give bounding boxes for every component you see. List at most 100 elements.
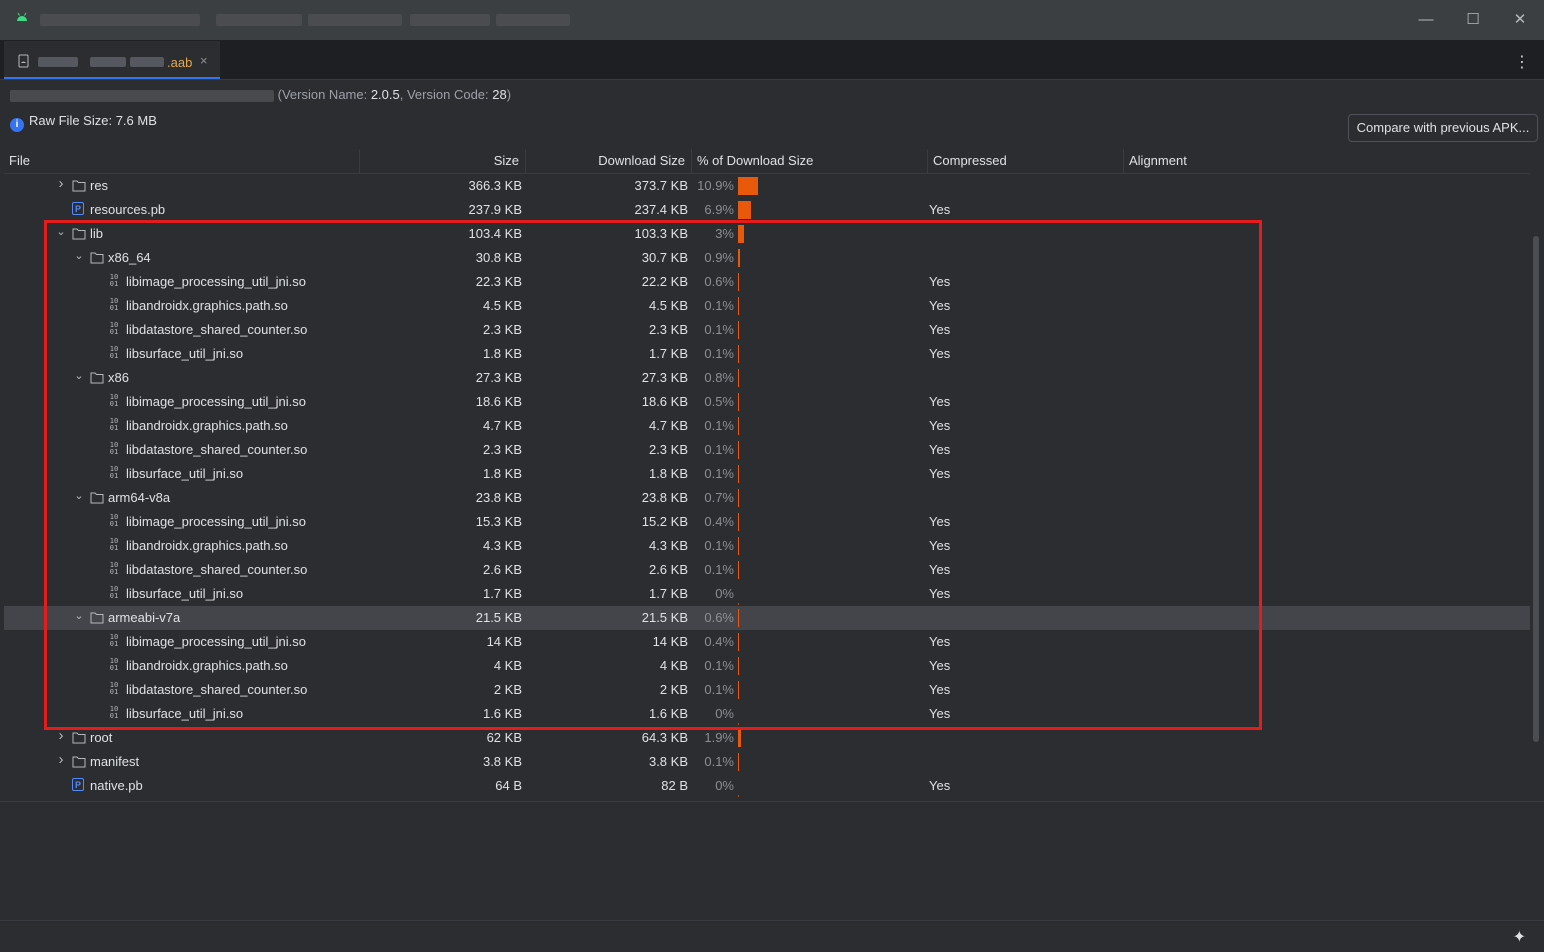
chevron-right-icon[interactable]: › bbox=[54, 751, 68, 768]
table-row[interactable]: Presources.pb 237.9 KB 237.4 KB 6.9% Yes bbox=[4, 198, 1530, 222]
column-percent[interactable]: % of Download Size bbox=[697, 153, 813, 168]
percent-bar bbox=[738, 177, 758, 195]
file-size: 237.9 KB bbox=[468, 202, 523, 217]
table-row[interactable]: 10 01 libimage_processing_util_jni.so 15.3 … bbox=[4, 510, 1530, 534]
compressed-value: Yes bbox=[929, 658, 951, 673]
column-size[interactable]: Size bbox=[404, 153, 519, 168]
folder-icon bbox=[72, 732, 86, 744]
download-percent: 0% bbox=[715, 778, 734, 793]
version-name: 2.0.5 bbox=[370, 87, 400, 102]
binary-file-icon: 10 01 bbox=[109, 633, 119, 648]
protobuf-file-icon: P bbox=[72, 202, 84, 215]
maximize-button[interactable]: ☐ bbox=[1461, 8, 1485, 32]
percent-bar bbox=[738, 537, 739, 555]
download-percent: 6.9% bbox=[704, 202, 734, 217]
table-row[interactable]: ⌄ arm64-v8a 23.8 KB 23.8 KB 0.7% bbox=[4, 486, 1530, 510]
binary-file-icon: 10 01 bbox=[109, 537, 119, 552]
download-size: 4.5 KB bbox=[648, 298, 688, 313]
sparkle-icon[interactable]: ✦ bbox=[1513, 927, 1526, 947]
download-percent: 0.1% bbox=[704, 346, 734, 361]
table-row[interactable]: 10 01 libdatastore_shared_counter.so 2 KB 2 … bbox=[4, 678, 1530, 702]
table-row[interactable]: 10 01 libdatastore_shared_counter.so 2.3 KB… bbox=[4, 438, 1530, 462]
table-row[interactable]: 10 01 libandroidx.graphics.path.so 4 KB 4 KB… bbox=[4, 654, 1530, 678]
file-name: libsurface_util_jni.so bbox=[126, 586, 244, 601]
table-row[interactable]: 10 01 libandroidx.graphics.path.so 4.7 KB 4.… bbox=[4, 414, 1530, 438]
column-file[interactable]: File bbox=[9, 153, 30, 168]
download-percent: 0.1% bbox=[704, 658, 734, 673]
percent-bar bbox=[738, 633, 739, 651]
table-row[interactable]: › res 366.3 KB 373.7 KB 10.9% bbox=[4, 174, 1530, 198]
chevron-right-icon[interactable]: › bbox=[54, 727, 68, 744]
binary-file-icon: 10 01 bbox=[109, 345, 119, 360]
table-row[interactable]: 10 01 libdatastore_shared_counter.so 2.6 KB… bbox=[4, 558, 1530, 582]
file-name: libandroidx.graphics.path.so bbox=[126, 538, 288, 553]
file-size: 22.3 KB bbox=[475, 274, 522, 289]
column-compressed[interactable]: Compressed bbox=[933, 153, 1007, 168]
tab-close-icon[interactable]: × bbox=[200, 53, 208, 68]
tab-aab-file[interactable]: .aab × bbox=[4, 41, 220, 79]
percent-bar bbox=[738, 609, 739, 627]
chevron-down-icon[interactable]: ⌄ bbox=[72, 369, 86, 382]
table-row[interactable]: 10 01 libsurface_util_jni.so 1.8 KB 1.8 KB 0.… bbox=[4, 462, 1530, 486]
vertical-scrollbar[interactable] bbox=[1533, 236, 1539, 742]
column-alignment[interactable]: Alignment bbox=[1129, 153, 1187, 168]
table-row[interactable]: 10 01 libimage_processing_util_jni.so 18.6 … bbox=[4, 390, 1530, 414]
download-size: 1.8 KB bbox=[648, 466, 688, 481]
table-row[interactable]: 10 01 libimage_processing_util_jni.so 22.3 … bbox=[4, 270, 1530, 294]
chevron-down-icon[interactable]: ⌄ bbox=[72, 249, 86, 262]
table-row[interactable]: ⌄ x86_64 30.8 KB 30.7 KB 0.9% bbox=[4, 246, 1530, 270]
chevron-down-icon[interactable]: ⌄ bbox=[54, 225, 68, 238]
table-row[interactable]: ⌄ lib 103.4 KB 103.3 KB 3% bbox=[4, 222, 1530, 246]
folder-icon bbox=[90, 612, 104, 624]
column-download-size[interactable]: Download Size bbox=[564, 153, 685, 168]
percent-bar bbox=[738, 729, 741, 747]
compressed-value: Yes bbox=[929, 394, 951, 409]
info-icon: i bbox=[10, 118, 24, 132]
download-size: 4.3 KB bbox=[648, 538, 688, 553]
table-row[interactable]: 10 01 libsurface_util_jni.so 1.7 KB 1.7 KB 0%… bbox=[4, 582, 1530, 606]
binary-file-icon: 10 01 bbox=[109, 657, 119, 672]
table-row[interactable]: 10 01 libsurface_util_jni.so 1.8 KB 1.7 KB 0.… bbox=[4, 342, 1530, 366]
compressed-value: Yes bbox=[929, 538, 951, 553]
table-row[interactable]: › root 62 KB 64.3 KB 1.9% bbox=[4, 726, 1530, 750]
download-percent: 3% bbox=[715, 226, 734, 241]
file-size: 2.3 KB bbox=[482, 322, 522, 337]
file-name: res bbox=[90, 178, 109, 193]
download-size: 82 B bbox=[661, 778, 688, 793]
chevron-right-icon[interactable]: › bbox=[54, 175, 68, 192]
compare-previous-apk-button[interactable]: Compare with previous APK... bbox=[1348, 114, 1538, 142]
file-table: File Size Download Size % of Download Si… bbox=[4, 149, 1530, 801]
close-window-button[interactable]: ✕ bbox=[1508, 8, 1532, 32]
table-row[interactable]: Pnative.pb 64 B 82 B 0% Yes bbox=[4, 774, 1530, 798]
percent-bar bbox=[738, 795, 739, 797]
file-name: libimage_processing_util_jni.so bbox=[126, 274, 306, 289]
compressed-value: Yes bbox=[929, 706, 951, 721]
table-row[interactable]: 10 01 libandroidx.graphics.path.so 4.5 KB 4.… bbox=[4, 294, 1530, 318]
table-row[interactable]: 10 01 libdatastore_shared_counter.so 2.3 KB… bbox=[4, 318, 1530, 342]
file-size: 15.3 KB bbox=[475, 514, 522, 529]
table-row[interactable]: ⌄ armeabi-v7a 21.5 KB 21.5 KB 0.6% bbox=[4, 606, 1530, 630]
percent-bar bbox=[738, 603, 739, 605]
version-info: (Version Name: 2.0.5, Version Code: 28) bbox=[10, 87, 511, 103]
chevron-down-icon[interactable]: ⌄ bbox=[72, 489, 86, 502]
minimize-button[interactable]: — bbox=[1414, 8, 1438, 32]
download-size: 3.8 KB bbox=[648, 754, 688, 769]
percent-bar bbox=[738, 369, 739, 387]
percent-bar bbox=[738, 441, 739, 459]
compressed-value: Yes bbox=[929, 346, 951, 361]
table-row[interactable]: › manifest 3.8 KB 3.8 KB 0.1% bbox=[4, 750, 1530, 774]
table-row[interactable]: 10 01 libsurface_util_jni.so 1.6 KB 1.6 KB 0%… bbox=[4, 702, 1530, 726]
title-bar: — ☐ ✕ bbox=[0, 0, 1544, 41]
file-size: 62 KB bbox=[486, 730, 522, 745]
binary-file-icon: 10 01 bbox=[109, 465, 119, 480]
download-size: 2.3 KB bbox=[648, 442, 688, 457]
chevron-down-icon[interactable]: ⌄ bbox=[72, 609, 86, 622]
percent-bar bbox=[738, 297, 739, 315]
table-row[interactable]: 10 01 libandroidx.graphics.path.so 4.3 KB 4.… bbox=[4, 534, 1530, 558]
binary-file-icon: 10 01 bbox=[109, 441, 119, 456]
more-options-icon[interactable]: ⋮ bbox=[1514, 52, 1530, 72]
tab-name-redacted bbox=[38, 57, 78, 67]
file-name: libandroidx.graphics.path.so bbox=[126, 658, 288, 673]
table-row[interactable]: 10 01 libimage_processing_util_jni.so 14 KB… bbox=[4, 630, 1530, 654]
table-row[interactable]: ⌄ x86 27.3 KB 27.3 KB 0.8% bbox=[4, 366, 1530, 390]
